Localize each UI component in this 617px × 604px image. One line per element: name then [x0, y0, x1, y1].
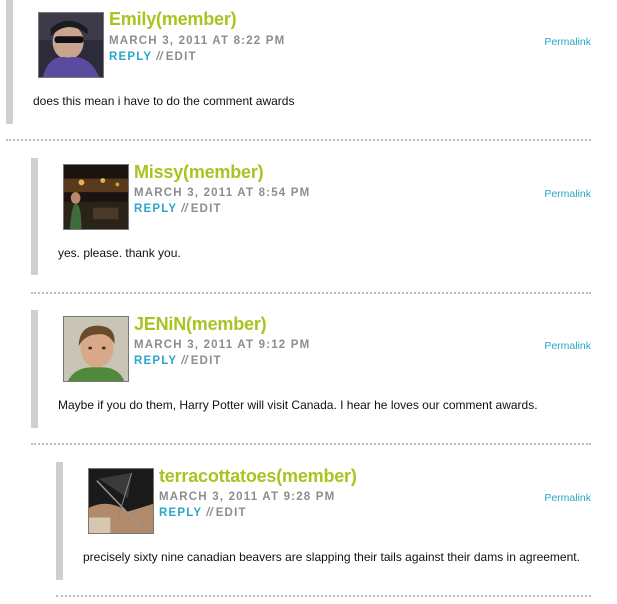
comment-divider [31, 292, 591, 294]
permalink[interactable]: Permalink [544, 492, 591, 504]
avatar-photo-missy [64, 165, 128, 229]
action-separator: // [206, 507, 213, 519]
avatar[interactable] [38, 12, 104, 78]
edit-link[interactable]: EDIT [191, 355, 222, 367]
thread-indent-bar [6, 0, 13, 124]
permalink[interactable]: Permalink [544, 340, 591, 352]
edit-link[interactable]: EDIT [166, 51, 197, 63]
reply-link[interactable]: REPLY [159, 507, 202, 519]
comment-text: does this mean i have to do the comment … [33, 94, 295, 108]
permalink[interactable]: Permalink [544, 36, 591, 48]
avatar-photo-emily [39, 13, 103, 77]
comment-date: MARCH 3, 2011 AT 9:28 PM [159, 491, 336, 503]
comment-author[interactable]: terracottatoes(member) [159, 466, 357, 487]
action-separator: // [181, 203, 188, 215]
comment-date: MARCH 3, 2011 AT 9:12 PM [134, 339, 311, 351]
action-separator: // [181, 355, 188, 367]
comment-text: yes. please. thank you. [58, 246, 181, 260]
avatar-photo-terracottatoes [89, 469, 153, 533]
reply-link[interactable]: REPLY [134, 355, 177, 367]
comment-date: MARCH 3, 2011 AT 8:54 PM [134, 187, 311, 199]
avatar[interactable] [88, 468, 154, 534]
comment-author[interactable]: Emily(member) [109, 9, 237, 30]
comment-text: precisely sixty nine canadian beavers ar… [83, 550, 580, 564]
comment-actions: REPLY //EDIT [134, 203, 222, 215]
reply-link[interactable]: REPLY [109, 51, 152, 63]
comment-text: Maybe if you do them, Harry Potter will … [58, 398, 538, 412]
comment-actions: REPLY //EDIT [134, 355, 222, 367]
comment-divider [56, 595, 591, 597]
comment-author[interactable]: Missy(member) [134, 162, 264, 183]
comment-actions: REPLY //EDIT [109, 51, 197, 63]
permalink[interactable]: Permalink [544, 188, 591, 200]
thread-indent-bar [31, 158, 38, 275]
comment-author[interactable]: JENiN(member) [134, 314, 267, 335]
edit-link[interactable]: EDIT [216, 507, 247, 519]
action-separator: // [156, 51, 163, 63]
thread-indent-bar [56, 462, 63, 580]
comment-divider [6, 139, 591, 141]
comment-divider [31, 443, 591, 445]
reply-link[interactable]: REPLY [134, 203, 177, 215]
avatar[interactable] [63, 164, 129, 230]
comment-date: MARCH 3, 2011 AT 8:22 PM [109, 35, 286, 47]
avatar[interactable] [63, 316, 129, 382]
avatar-photo-jenin [64, 317, 128, 381]
thread-indent-bar [31, 310, 38, 428]
edit-link[interactable]: EDIT [191, 203, 222, 215]
comment-actions: REPLY //EDIT [159, 507, 247, 519]
